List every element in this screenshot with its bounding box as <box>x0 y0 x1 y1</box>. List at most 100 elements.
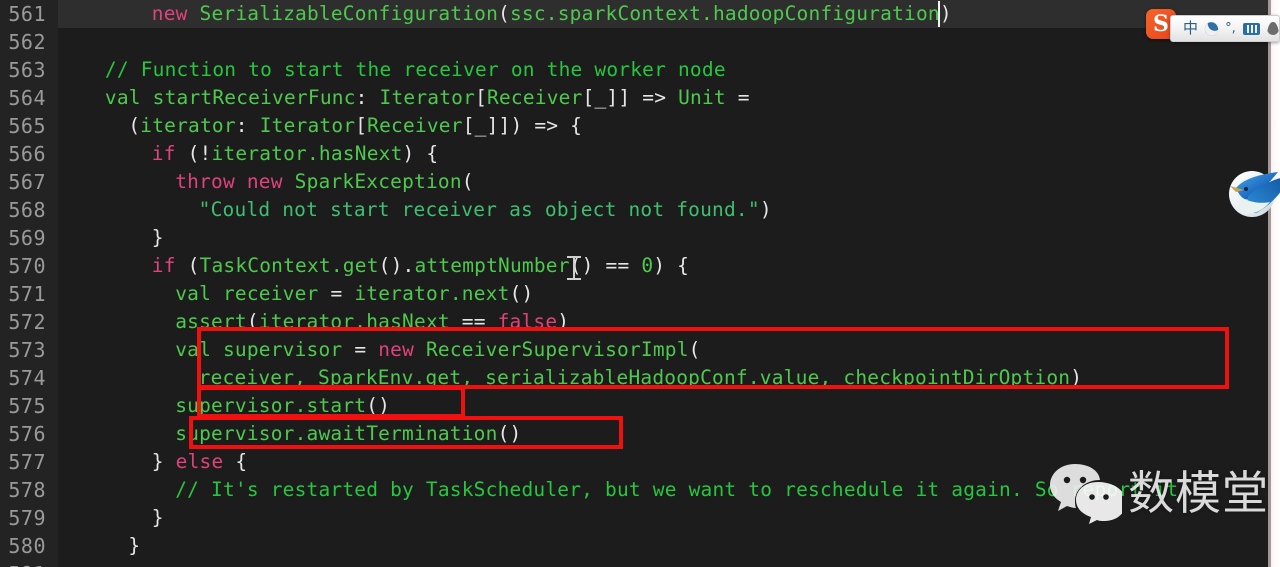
code-token: attemptNumber <box>414 254 570 277</box>
code-text[interactable]: throw new SparkException( <box>175 168 474 196</box>
line-number: 568 <box>8 198 46 222</box>
watermark-text: 数模堂 <box>1128 466 1269 520</box>
code-token: (! <box>175 142 212 165</box>
code-line[interactable]: 568 "Could not start receiver as object n… <box>0 196 1268 224</box>
code-text[interactable]: if (TaskContext.get().attemptNumber() ==… <box>152 252 689 280</box>
code-line[interactable]: 581 <box>0 560 1268 567</box>
line-number: 570 <box>8 254 46 278</box>
code-token: [ <box>355 114 368 137</box>
code-line[interactable]: 574 receiver, SparkEnv.get, serializableH… <box>0 364 1268 392</box>
code-token: = <box>725 86 750 109</box>
line-number: 573 <box>8 338 46 362</box>
code-token: Unit <box>678 86 726 109</box>
code-line[interactable]: 575 supervisor.start() <box>0 392 1268 420</box>
code-text[interactable]: supervisor.awaitTermination() <box>175 420 521 448</box>
code-token: [_]] <box>582 86 643 109</box>
code-token: if <box>151 254 176 277</box>
code-line[interactable]: 569} <box>0 224 1268 252</box>
ime-punctuation-mode-icon[interactable]: °, <box>1225 22 1236 35</box>
ime-moon-icon[interactable] <box>1202 19 1221 38</box>
wechat-watermark: 数模堂 <box>1048 462 1269 524</box>
code-text[interactable]: } <box>152 224 164 252</box>
line-number: 576 <box>8 422 46 446</box>
code-token: : <box>355 86 380 109</box>
code-token: Receiver <box>487 86 583 109</box>
code-token: iterator <box>140 114 236 137</box>
ime-soft-keyboard-icon[interactable] <box>1242 22 1260 35</box>
ime-language-mode-icon[interactable]: 中 <box>1183 21 1198 36</box>
code-token: supervisor <box>222 338 343 361</box>
code-token: new <box>246 170 283 193</box>
code-token: throw <box>175 170 235 193</box>
code-token: ReceiverSupervisorImpl <box>425 338 689 361</box>
code-token: () <box>509 282 534 305</box>
code-token: "Could not start receiver as object not … <box>198 198 760 221</box>
code-token: () == <box>569 254 642 277</box>
code-token: ) <box>759 198 772 221</box>
code-line[interactable]: 562 <box>0 28 1268 56</box>
code-token: == <box>449 310 498 333</box>
code-text[interactable]: } else { <box>152 448 248 476</box>
code-line[interactable]: 567 throw new SparkException( <box>0 168 1268 196</box>
window-edge-strip <box>1268 0 1280 567</box>
line-number: 577 <box>8 450 46 474</box>
bird-icon[interactable] <box>1222 158 1280 232</box>
line-number: 565 <box>8 114 46 138</box>
code-token: if <box>151 142 176 165</box>
code-text[interactable]: receiver, SparkEnv.get, serializableHado… <box>199 364 1083 392</box>
code-token: } <box>128 534 141 557</box>
code-token: : <box>235 114 260 137</box>
code-text[interactable]: if (!iterator.hasNext) { <box>152 140 439 168</box>
code-text[interactable]: // Function to start the receiver on the… <box>105 56 726 84</box>
line-number: 581 <box>0 560 46 567</box>
code-text[interactable]: val receiver = iterator.next() <box>175 280 533 308</box>
code-line[interactable]: 563 // Function to start the receiver on … <box>0 56 1268 84</box>
code-text[interactable]: } <box>128 532 140 560</box>
ime-user-center-icon[interactable] <box>1266 22 1279 35</box>
code-line[interactable]: 573 val supervisor = new ReceiverSupervis… <box>0 336 1268 364</box>
line-number: 569 <box>8 226 46 250</box>
code-text[interactable]: "Could not start receiver as object not … <box>199 196 772 224</box>
code-text[interactable]: supervisor.start() <box>175 392 390 420</box>
code-line[interactable]: 565 (iterator: Iterator[Receiver[_]]) => … <box>0 112 1268 140</box>
line-number: 564 <box>8 86 46 110</box>
code-line[interactable]: 571 val receiver = iterator.next() <box>0 280 1268 308</box>
code-token: ) { <box>402 142 439 165</box>
code-line[interactable]: 580} <box>0 532 1268 560</box>
code-token: [_]]) => { <box>462 114 583 137</box>
code-token: else <box>175 450 224 473</box>
line-number: 575 <box>8 394 46 418</box>
code-token: ( <box>175 254 200 277</box>
code-token: Iterator <box>259 114 356 137</box>
code-line[interactable]: 561 new SerializableConfiguration(ssc.spa… <box>0 0 1268 28</box>
code-text[interactable]: val supervisor = new ReceiverSupervisorI… <box>175 336 700 364</box>
code-text[interactable]: } <box>152 504 164 532</box>
code-token: 0 <box>641 254 654 277</box>
code-token: ( <box>688 338 701 361</box>
code-line[interactable]: 572 assert(iterator.hasNext == false) <box>0 308 1268 336</box>
code-token: val <box>104 86 141 109</box>
code-text[interactable]: new SerializableConfiguration(ssc.sparkC… <box>152 0 952 28</box>
code-line[interactable]: 566 if (!iterator.hasNext) { <box>0 140 1268 168</box>
code-line[interactable]: 570 if (TaskContext.get().attemptNumber()… <box>0 252 1268 280</box>
code-token: = <box>318 282 355 305</box>
code-text[interactable]: val startReceiverFunc: Iterator[Receiver… <box>105 84 750 112</box>
code-text[interactable]: (iterator: Iterator[Receiver[_]]) => { <box>128 112 582 140</box>
line-number: 572 <box>8 310 46 334</box>
code-line[interactable]: 576 supervisor.awaitTermination() <box>0 420 1268 448</box>
code-token: iterator.hasNext <box>211 142 403 165</box>
line-number: 563 <box>8 58 46 82</box>
code-line[interactable]: 564 val startReceiverFunc: Iterator[Recei… <box>0 84 1268 112</box>
code-text[interactable]: // It's restarted by TaskScheduler, but … <box>175 476 1178 504</box>
code-token: // Function to start the receiver on the… <box>104 58 726 81</box>
sogou-ime-toolbar[interactable]: 中 °, <box>1170 15 1280 42</box>
code-token: { <box>223 450 248 473</box>
code-token: iterator.next <box>354 282 510 305</box>
code-token: val <box>175 282 212 305</box>
code-text[interactable]: assert(iterator.hasNext == false) <box>175 308 569 336</box>
code-token: false <box>497 310 558 333</box>
line-number: 561 <box>8 2 46 26</box>
